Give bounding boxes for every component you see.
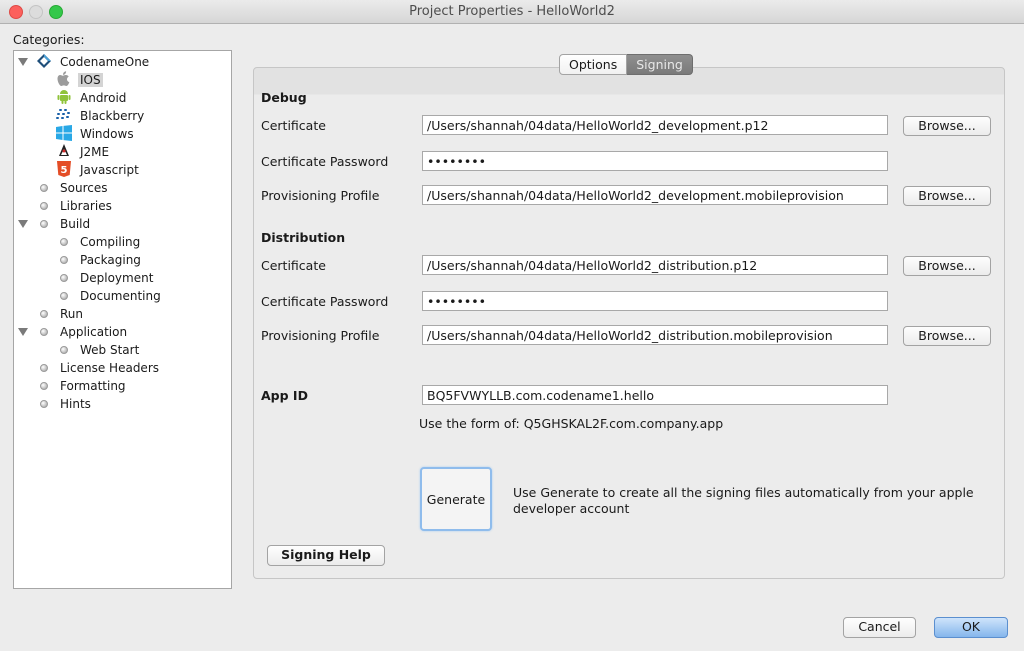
tab-signing[interactable]: Signing	[627, 54, 693, 75]
node-bullet-icon	[40, 328, 48, 336]
node-bullet-icon	[40, 364, 48, 372]
tree-item-windows[interactable]: Windows	[78, 125, 136, 143]
tab-bar: Options Signing	[559, 54, 693, 75]
tree-item-web-start[interactable]: Web Start	[78, 341, 141, 359]
distribution-profile-label: Provisioning Profile	[261, 328, 380, 343]
svg-text:5: 5	[61, 165, 68, 176]
cancel-button[interactable]: Cancel	[843, 617, 916, 638]
distribution-certificate-label: Certificate	[261, 258, 326, 273]
node-bullet-icon	[60, 256, 68, 264]
signing-help-button[interactable]: Signing Help	[267, 545, 385, 566]
expand-toggle-icon[interactable]	[18, 220, 28, 228]
windows-icon	[56, 125, 72, 141]
distribution-certificate-browse-button[interactable]: Browse...	[903, 256, 991, 276]
tree-item-blackberry[interactable]: Blackberry	[78, 107, 146, 125]
ok-button[interactable]: OK	[934, 617, 1008, 638]
tree-item-android[interactable]: Android	[78, 89, 128, 107]
tree-item-formatting[interactable]: Formatting	[58, 377, 128, 395]
tree-item-codenameone[interactable]: CodenameOne	[58, 53, 151, 71]
distribution-certificate-input[interactable]: /Users/shannah/04data/HelloWorld2_distri…	[422, 255, 888, 275]
tree-item-packaging[interactable]: Packaging	[78, 251, 143, 269]
tree-item-compiling[interactable]: Compiling	[78, 233, 142, 251]
distribution-password-label: Certificate Password	[261, 294, 389, 309]
tree-item-run[interactable]: Run	[58, 305, 85, 323]
window-title: Project Properties - HelloWorld2	[409, 4, 615, 19]
java-duke-icon	[56, 143, 72, 159]
debug-password-input[interactable]: ••••••••	[422, 151, 888, 171]
debug-profile-browse-button[interactable]: Browse...	[903, 186, 991, 206]
node-bullet-icon	[40, 400, 48, 408]
tree-item-javascript[interactable]: Javascript	[78, 161, 141, 179]
tree-item-documenting[interactable]: Documenting	[78, 287, 163, 305]
debug-certificate-browse-button[interactable]: Browse...	[903, 116, 991, 136]
tree-item-hints[interactable]: Hints	[58, 395, 93, 413]
tree-item-application[interactable]: Application	[58, 323, 129, 341]
tree-item-ios[interactable]: IOS	[78, 71, 103, 89]
debug-password-label: Certificate Password	[261, 154, 389, 169]
debug-certificate-label: Certificate	[261, 118, 326, 133]
node-bullet-icon	[40, 202, 48, 210]
tree-item-j2me[interactable]: J2ME	[78, 143, 111, 161]
distribution-password-input[interactable]: ••••••••	[422, 291, 888, 311]
app-id-label: App ID	[261, 388, 308, 403]
expand-toggle-icon[interactable]	[18, 58, 28, 66]
node-bullet-icon	[40, 310, 48, 318]
tree-item-sources[interactable]: Sources	[58, 179, 109, 197]
debug-certificate-input[interactable]: /Users/shannah/04data/HelloWorld2_develo…	[422, 115, 888, 135]
debug-profile-label: Provisioning Profile	[261, 188, 380, 203]
distribution-profile-browse-button[interactable]: Browse...	[903, 326, 991, 346]
node-bullet-icon	[60, 274, 68, 282]
generate-description: Use Generate to create all the signing f…	[513, 485, 974, 516]
categories-label: Categories:	[13, 32, 85, 47]
app-id-input[interactable]: BQ5FVWYLLB.com.codename1.hello	[422, 385, 888, 405]
codenameone-icon	[36, 53, 52, 69]
distribution-profile-input[interactable]: /Users/shannah/04data/HelloWorld2_distri…	[422, 325, 888, 345]
debug-heading: Debug	[261, 90, 307, 105]
distribution-heading: Distribution	[261, 230, 346, 245]
tab-options[interactable]: Options	[559, 54, 628, 75]
node-bullet-icon	[40, 382, 48, 390]
node-bullet-icon	[60, 238, 68, 246]
tree-item-libraries[interactable]: Libraries	[58, 197, 114, 215]
node-bullet-icon	[60, 346, 68, 354]
title-bar: Project Properties - HelloWorld2	[0, 0, 1024, 24]
generate-button[interactable]: Generate	[420, 467, 492, 531]
apple-icon	[56, 71, 72, 87]
tree-item-deployment[interactable]: Deployment	[78, 269, 155, 287]
app-id-hint: Use the form of: Q5GHSKAL2F.com.company.…	[419, 416, 724, 431]
node-bullet-icon	[40, 220, 48, 228]
node-bullet-icon	[60, 292, 68, 300]
blackberry-icon	[56, 107, 72, 123]
categories-tree[interactable]: CodenameOne IOS Android Blackberry Windo…	[13, 50, 232, 589]
expand-toggle-icon[interactable]	[18, 328, 28, 336]
tree-item-build[interactable]: Build	[58, 215, 92, 233]
html5-icon: 5	[56, 161, 72, 177]
tree-item-license-headers[interactable]: License Headers	[58, 359, 161, 377]
node-bullet-icon	[40, 184, 48, 192]
android-icon	[56, 89, 72, 105]
debug-profile-input[interactable]: /Users/shannah/04data/HelloWorld2_develo…	[422, 185, 888, 205]
